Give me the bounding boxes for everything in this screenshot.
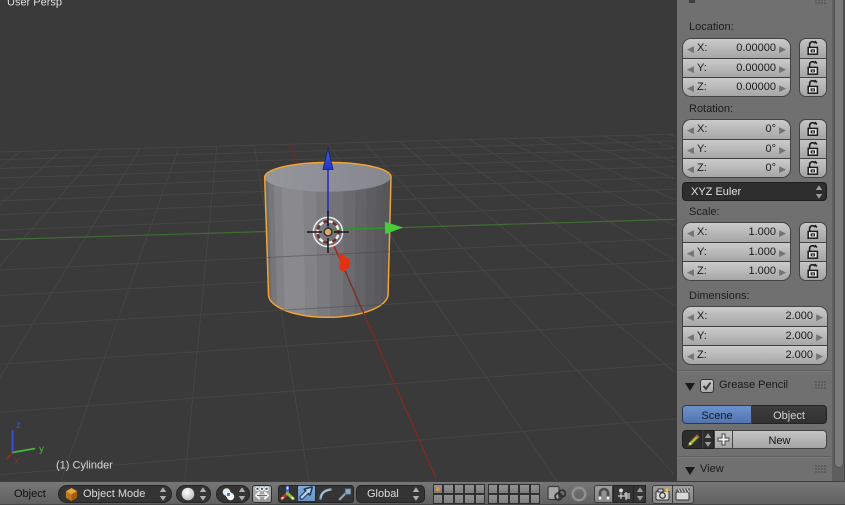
svg-text:z: z bbox=[16, 420, 21, 431]
svg-text:x: x bbox=[14, 456, 19, 467]
svg-text:(1) Cylinder: (1) Cylinder bbox=[56, 460, 113, 472]
svg-text:y: y bbox=[39, 444, 44, 455]
svg-text:User Persp: User Persp bbox=[7, 0, 62, 9]
